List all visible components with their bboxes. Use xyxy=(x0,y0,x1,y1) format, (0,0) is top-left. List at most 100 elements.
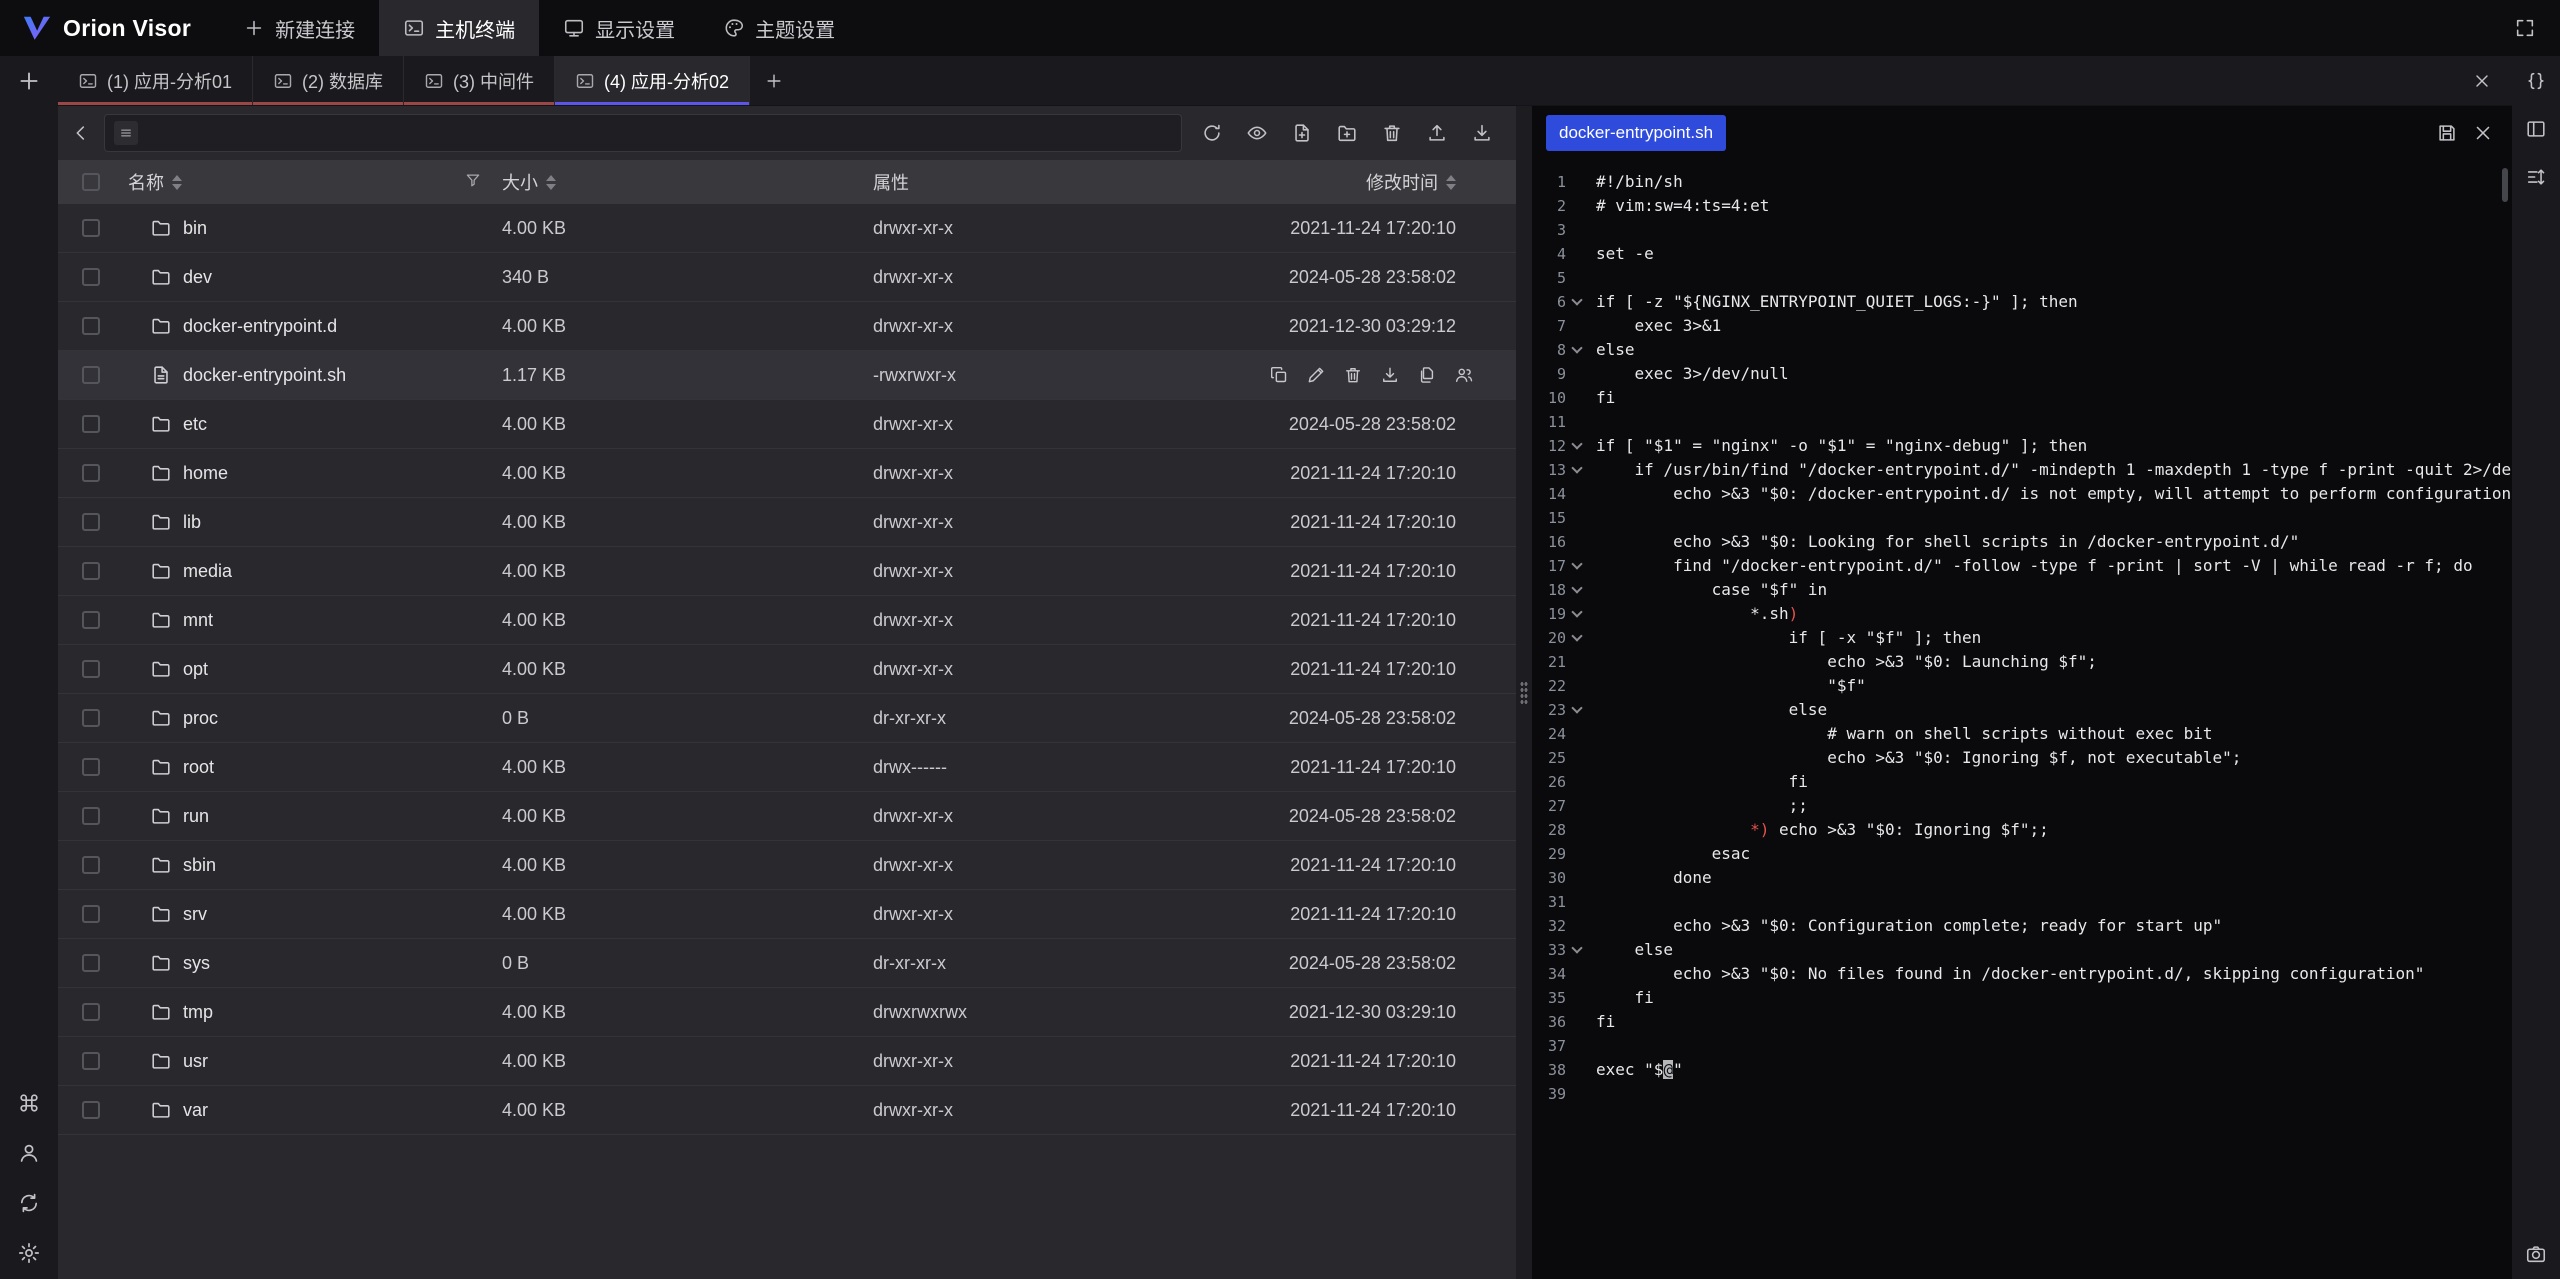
screenshot-button[interactable] xyxy=(2525,1243,2547,1265)
file-row[interactable]: etc4.00 KBdrwxr-xr-x2024-05-28 23:58:02 xyxy=(58,400,1516,449)
code-line[interactable]: else xyxy=(1596,338,2512,362)
file-row[interactable]: sbin4.00 KBdrwxr-xr-x2021-11-24 17:20:10 xyxy=(58,841,1516,890)
code-line[interactable]: *.sh) xyxy=(1596,602,2512,626)
code-line[interactable]: echo >&3 "$0: No files found in /docker-… xyxy=(1596,962,2512,986)
row-checkbox[interactable] xyxy=(82,464,100,482)
editor-close-button[interactable] xyxy=(2472,122,2494,144)
code-line[interactable] xyxy=(1596,506,2512,530)
row-permission-button[interactable] xyxy=(1454,365,1474,385)
delete-button[interactable] xyxy=(1374,115,1410,151)
code-line[interactable]: done xyxy=(1596,866,2512,890)
code-line[interactable]: echo >&3 "$0: Configuration complete; re… xyxy=(1596,914,2512,938)
command-button[interactable] xyxy=(17,1091,41,1115)
select-all-checkbox[interactable] xyxy=(82,173,100,191)
nav-item-display[interactable]: 显示设置 xyxy=(539,0,699,56)
code-line[interactable]: exec "$@" xyxy=(1596,1058,2512,1082)
code-line[interactable]: else xyxy=(1596,698,2512,722)
tabbar-close-button[interactable] xyxy=(2472,56,2492,105)
code-line[interactable] xyxy=(1596,218,2512,242)
row-copy-button[interactable] xyxy=(1271,365,1289,385)
terminal-tab[interactable]: (4) 应用-分析02 xyxy=(555,56,750,105)
row-download-button[interactable] xyxy=(1380,365,1400,385)
row-checkbox[interactable] xyxy=(82,415,100,433)
code-line[interactable]: exec 3>/dev/null xyxy=(1596,362,2512,386)
file-row[interactable]: tmp4.00 KBdrwxrwxrwx2021-12-30 03:29:10 xyxy=(58,988,1516,1037)
row-checkbox[interactable] xyxy=(82,513,100,531)
file-row[interactable]: docker-entrypoint.sh1.17 KB-rwxrwxr-x xyxy=(58,351,1516,400)
file-row[interactable]: sys0 Bdr-xr-xr-x2024-05-28 23:58:02 xyxy=(58,939,1516,988)
row-checkbox[interactable] xyxy=(82,562,100,580)
line-setting-button[interactable] xyxy=(2525,166,2547,188)
editor-file-tab[interactable]: docker-entrypoint.sh xyxy=(1546,115,1726,151)
fold-chevron-icon[interactable] xyxy=(1566,578,1588,602)
row-checkbox[interactable] xyxy=(82,219,100,237)
code-line[interactable]: echo >&3 "$0: Looking for shell scripts … xyxy=(1596,530,2512,554)
row-checkbox[interactable] xyxy=(82,1003,100,1021)
code-line[interactable]: #!/bin/sh xyxy=(1596,170,2512,194)
refresh-button[interactable] xyxy=(1194,115,1230,151)
row-edit-button[interactable] xyxy=(1306,365,1326,385)
tab-add-button[interactable] xyxy=(750,56,798,105)
fold-chevron-icon[interactable] xyxy=(1566,938,1588,962)
fold-chevron-icon[interactable] xyxy=(1566,338,1588,362)
code-line[interactable]: exec 3>&1 xyxy=(1596,314,2512,338)
code-line[interactable]: fi xyxy=(1596,986,2512,1010)
row-checkbox[interactable] xyxy=(82,758,100,776)
app-logo[interactable]: Orion Visor xyxy=(0,0,219,56)
code-line[interactable] xyxy=(1596,410,2512,434)
path-list-button[interactable] xyxy=(114,121,138,145)
file-row[interactable]: bin4.00 KBdrwxr-xr-x2021-11-24 17:20:10 xyxy=(58,204,1516,253)
file-row[interactable]: docker-entrypoint.d4.00 KBdrwxr-xr-x2021… xyxy=(58,302,1516,351)
code-line[interactable]: fi xyxy=(1596,770,2512,794)
row-duplicate-button[interactable] xyxy=(1417,365,1437,385)
code-line[interactable] xyxy=(1596,266,2512,290)
sort-icon[interactable] xyxy=(1446,175,1456,190)
code-line[interactable]: echo >&3 "$0: Ignoring $f, not executabl… xyxy=(1596,746,2512,770)
code-line[interactable]: if [ -x "$f" ]; then xyxy=(1596,626,2512,650)
code-line[interactable]: else xyxy=(1596,938,2512,962)
new-folder-button[interactable] xyxy=(1329,115,1365,151)
file-row[interactable]: srv4.00 KBdrwxr-xr-x2021-11-24 17:20:10 xyxy=(58,890,1516,939)
fold-chevron-icon[interactable] xyxy=(1566,602,1588,626)
file-row[interactable]: usr4.00 KBdrwxr-xr-x2021-11-24 17:20:10 xyxy=(58,1037,1516,1086)
file-row[interactable]: opt4.00 KBdrwxr-xr-x2021-11-24 17:20:10 xyxy=(58,645,1516,694)
code-line[interactable]: if /usr/bin/find "/docker-entrypoint.d/"… xyxy=(1596,458,2512,482)
preview-button[interactable] xyxy=(1239,115,1275,151)
nav-item-theme[interactable]: 主题设置 xyxy=(699,0,859,56)
fold-chevron-icon[interactable] xyxy=(1566,698,1588,722)
row-checkbox[interactable] xyxy=(82,660,100,678)
sort-icon[interactable] xyxy=(546,175,556,190)
editor-code[interactable]: #!/bin/sh# vim:sw=4:ts=4:etset -eif [ -z… xyxy=(1588,160,2512,1279)
save-button[interactable] xyxy=(2436,122,2458,144)
fullscreen-button[interactable] xyxy=(2514,17,2536,39)
file-row[interactable]: media4.00 KBdrwxr-xr-x2021-11-24 17:20:1… xyxy=(58,547,1516,596)
fold-chevron-icon[interactable] xyxy=(1566,626,1588,650)
code-line[interactable]: ;; xyxy=(1596,794,2512,818)
fold-chevron-icon[interactable] xyxy=(1566,290,1588,314)
code-line[interactable]: # warn on shell scripts without exec bit xyxy=(1596,722,2512,746)
filter-button[interactable] xyxy=(464,171,482,194)
sync-button[interactable] xyxy=(17,1191,41,1215)
row-checkbox[interactable] xyxy=(82,268,100,286)
file-row[interactable]: var4.00 KBdrwxr-xr-x2021-11-24 17:20:10 xyxy=(58,1086,1516,1135)
fold-chevron-icon[interactable] xyxy=(1566,434,1588,458)
code-line[interactable] xyxy=(1596,890,2512,914)
row-checkbox[interactable] xyxy=(82,954,100,972)
code-line[interactable]: find "/docker-entrypoint.d/" -follow -ty… xyxy=(1596,554,2512,578)
file-row[interactable]: mnt4.00 KBdrwxr-xr-x2021-11-24 17:20:10 xyxy=(58,596,1516,645)
back-button[interactable] xyxy=(70,122,92,144)
sort-icon[interactable] xyxy=(172,175,182,190)
code-line[interactable]: esac xyxy=(1596,842,2512,866)
file-row[interactable]: dev340 Bdrwxr-xr-x2024-05-28 23:58:02 xyxy=(58,253,1516,302)
row-checkbox[interactable] xyxy=(82,856,100,874)
code-line[interactable] xyxy=(1596,1082,2512,1106)
new-file-button[interactable] xyxy=(1284,115,1320,151)
row-checkbox[interactable] xyxy=(82,1052,100,1070)
snippets-button[interactable] xyxy=(2525,70,2547,92)
code-line[interactable] xyxy=(1596,1034,2512,1058)
settings-button[interactable] xyxy=(17,1241,41,1265)
download-button[interactable] xyxy=(1464,115,1500,151)
plus-button[interactable] xyxy=(16,68,42,94)
code-line[interactable]: set -e xyxy=(1596,242,2512,266)
file-row[interactable]: home4.00 KBdrwxr-xr-x2021-11-24 17:20:10 xyxy=(58,449,1516,498)
